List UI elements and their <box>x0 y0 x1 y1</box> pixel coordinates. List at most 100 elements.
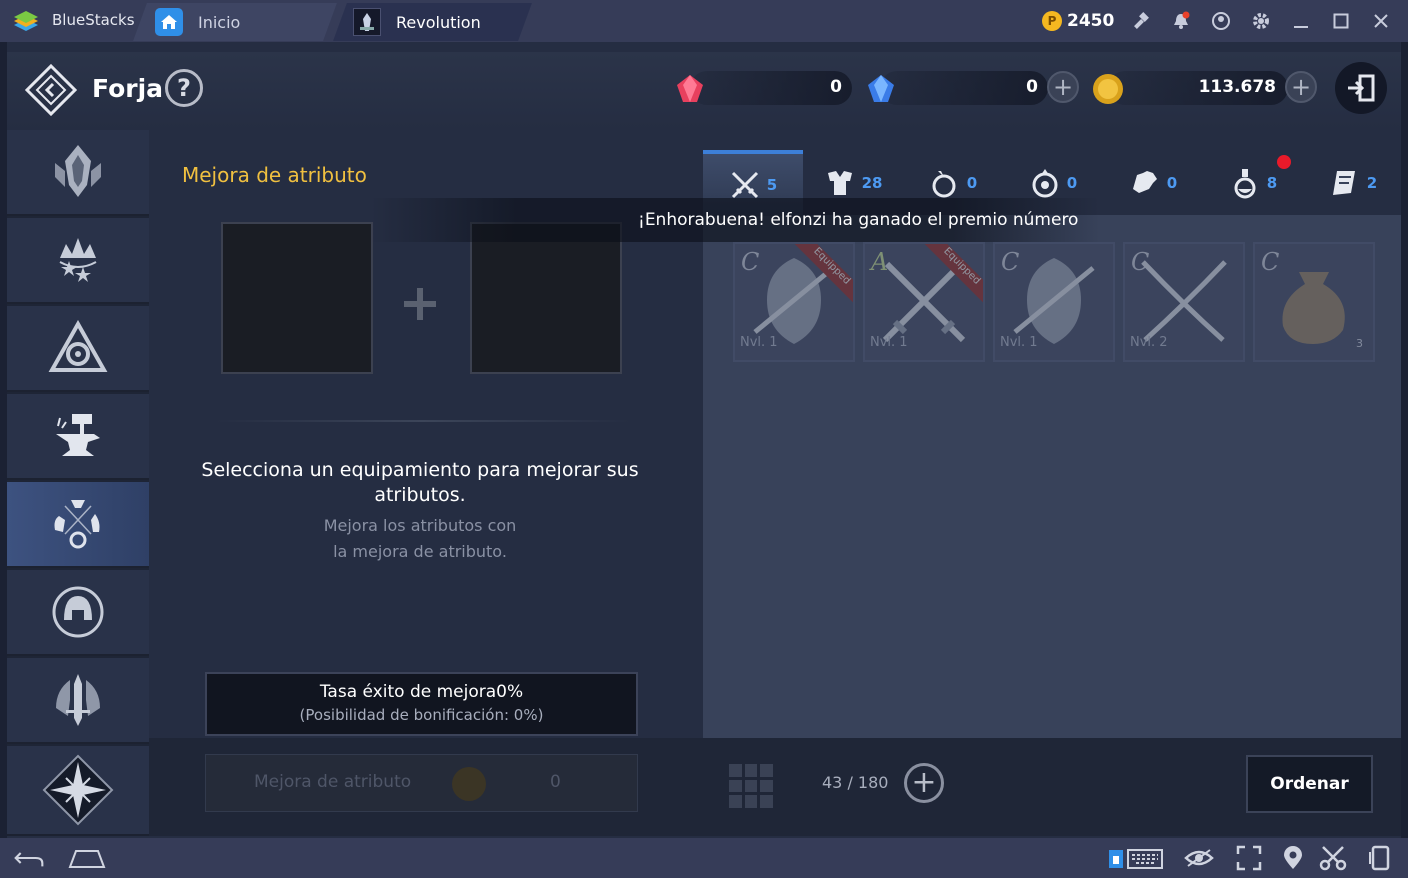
scroll-icon <box>1332 171 1355 195</box>
maximize-icon[interactable] <box>1330 10 1352 32</box>
inventory-item[interactable]: C Equipped Nvl. 1 <box>733 242 855 362</box>
section-title: Mejora de atributo <box>182 163 367 187</box>
helmet-icon <box>52 586 104 638</box>
item-level: Nvl. 1 <box>1000 335 1038 350</box>
gold-value: 113.678 <box>1198 77 1276 97</box>
red-gem-icon <box>677 75 703 102</box>
tab-gloves[interactable]: 0 <box>1103 150 1203 216</box>
potion-icon <box>1234 169 1256 199</box>
inventory-item[interactable]: C 3 <box>1253 242 1375 362</box>
rotate-icon[interactable] <box>1365 844 1395 872</box>
scissors-icon[interactable] <box>1318 844 1348 872</box>
fullscreen-icon[interactable] <box>1234 844 1264 872</box>
sidebar-item-crest[interactable] <box>7 130 149 216</box>
equipment-slot-1[interactable] <box>221 222 373 374</box>
back-icon[interactable] <box>14 844 44 872</box>
plus-icon <box>404 288 436 320</box>
exit-button[interactable] <box>1335 62 1387 114</box>
potions-alert-dot <box>1277 155 1291 169</box>
notification-bell-icon[interactable] <box>1170 10 1192 32</box>
attribute-upgrade-icon <box>54 500 100 549</box>
item-level: Nvl. 1 <box>870 335 908 350</box>
upgrade-attribute-label: Mejora de atributo <box>254 772 412 792</box>
points-coin-icon: P <box>1042 11 1062 31</box>
tab-scrolls[interactable]: 2 <box>1303 150 1403 216</box>
sort-button[interactable]: Ordenar <box>1246 755 1373 813</box>
location-icon[interactable] <box>1278 844 1308 872</box>
home-outline-icon[interactable] <box>68 844 106 872</box>
item-quantity: 3 <box>1356 337 1363 350</box>
app-name: BlueStacks <box>52 11 135 29</box>
blue-gem-icon <box>868 75 894 102</box>
bonus-chance: (Posibilidad de bonificación: 0%) <box>299 706 544 724</box>
tab-armor-count: 28 <box>861 174 883 192</box>
forge-sidebar <box>7 130 149 836</box>
armor-icon <box>827 171 852 195</box>
inventory-item[interactable]: C Nvl. 1 <box>993 242 1115 362</box>
red-gem-value: 0 <box>830 77 842 97</box>
tab-inicio[interactable]: Inicio <box>155 3 240 41</box>
ring-icon <box>932 171 956 198</box>
keyboard-icon[interactable] <box>1108 844 1164 872</box>
winged-swords-icon <box>56 674 100 726</box>
expand-inventory-button[interactable]: + <box>904 763 944 803</box>
exit-door-icon <box>1348 74 1375 102</box>
sidebar-item-triangle[interactable] <box>7 306 149 392</box>
svg-text:C: C <box>1131 248 1149 276</box>
tab-revolution[interactable]: Revolution <box>353 3 481 41</box>
settings-gear-icon[interactable] <box>1250 10 1272 32</box>
close-icon[interactable] <box>1370 10 1392 32</box>
triangle-swirl-icon <box>48 320 108 372</box>
account-icon[interactable] <box>1210 10 1232 32</box>
instruction-subtext-line1: Mejora los atributos con <box>323 516 517 535</box>
points-value: 2450 <box>1067 11 1115 31</box>
compass-star-icon <box>42 754 114 826</box>
success-rate: Tasa éxito de mejora0% <box>319 682 524 702</box>
sidebar-item-compass[interactable] <box>7 746 149 836</box>
inventory-item[interactable]: A Equipped Nvl. 1 <box>863 242 985 362</box>
blue-gem-value: 0 <box>1026 77 1038 97</box>
help-icon[interactable]: ? <box>165 69 203 107</box>
page-title: Forja <box>92 74 164 103</box>
bluestacks-logo-icon <box>14 11 38 31</box>
glove-icon <box>1132 171 1157 193</box>
tab-potions-count: 8 <box>1266 174 1278 192</box>
add-blue-gem-button[interactable]: + <box>1047 71 1079 103</box>
svg-text:A: A <box>869 248 888 276</box>
upgrade-cost-value: 0 <box>550 772 561 792</box>
crown-stars-icon <box>59 238 97 282</box>
svg-text:C: C <box>1261 248 1279 276</box>
home-icon <box>155 8 183 36</box>
back-diamond-icon[interactable] <box>25 64 77 116</box>
amulet-icon <box>1032 169 1058 198</box>
svg-text:C: C <box>1001 248 1019 276</box>
eye-icon[interactable] <box>1184 844 1214 872</box>
item-level: Nvl. 2 <box>1130 335 1168 350</box>
sidebar-item-attribute-upgrade[interactable] <box>7 482 149 568</box>
crest-icon <box>55 145 101 197</box>
sidebar-item-winged-swords[interactable] <box>7 658 149 744</box>
bluestacks-coins[interactable]: P 2450 <box>1042 11 1114 31</box>
add-gold-button[interactable]: + <box>1285 71 1317 103</box>
tab-scrolls-count: 2 <box>1366 174 1378 192</box>
inventory-count: 43 / 180 <box>822 773 889 792</box>
divider <box>215 420 630 422</box>
minimize-icon[interactable] <box>1290 10 1312 32</box>
svg-text:C: C <box>741 248 759 276</box>
game-icon <box>353 8 381 36</box>
instruction-subtext: Mejora los atributos con la mejora de at… <box>220 513 620 565</box>
tab-rings-count: 0 <box>966 174 978 192</box>
equipment-slot-2[interactable] <box>470 222 622 374</box>
inventory-item[interactable]: C Nvl. 2 <box>1123 242 1245 362</box>
sidebar-item-anvil[interactable] <box>7 394 149 480</box>
upgrade-cost-coin-icon <box>452 767 486 801</box>
tab-gloves-count: 0 <box>1166 174 1178 192</box>
sidebar-item-crown[interactable] <box>7 218 149 304</box>
hammer-icon[interactable] <box>1130 10 1152 32</box>
success-rate-box: Tasa éxito de mejora0% (Posibilidad de b… <box>205 672 638 736</box>
crossed-swords-icon <box>731 171 758 199</box>
tab-amulets-count: 0 <box>1066 174 1078 192</box>
item-level: Nvl. 1 <box>740 335 778 350</box>
sidebar-item-helmet[interactable] <box>7 570 149 656</box>
grid-view-icon[interactable] <box>729 764 773 808</box>
